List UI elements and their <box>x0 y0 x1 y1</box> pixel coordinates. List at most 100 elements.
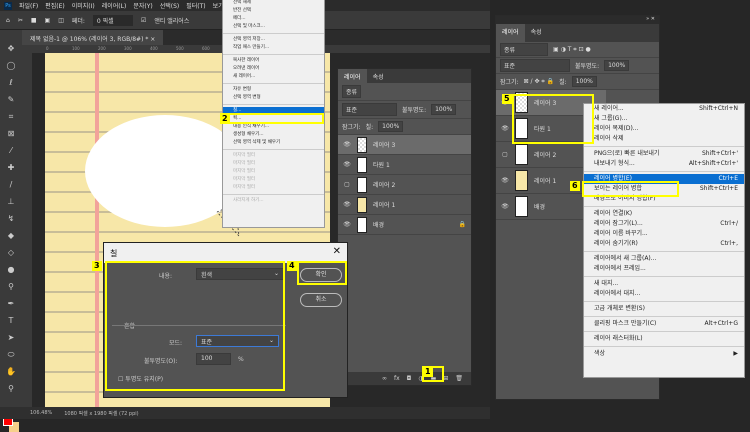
layer-row[interactable]: 👁 레이어 3 <box>338 135 471 155</box>
antialias-checkbox[interactable]: ☑ <box>141 17 146 24</box>
menu-6[interactable]: 필터(T) <box>186 1 205 10</box>
new-layer-icon[interactable]: ⊞ <box>443 375 448 382</box>
fill-input[interactable]: 100% <box>571 76 597 87</box>
lasso-tool-icon[interactable]: ✂ <box>18 17 23 24</box>
menu-item[interactable]: 레이어 삭제 <box>584 134 744 144</box>
menu-item[interactable]: 오려낸 레이어 <box>223 65 324 73</box>
blend-mode-select[interactable]: 표준 <box>342 103 397 116</box>
eye-icon[interactable]: 👁 <box>343 141 351 148</box>
ellipse-tool-icon[interactable]: ⬭ <box>8 348 15 362</box>
menu-1[interactable]: 편집(E) <box>45 1 65 10</box>
menu-item[interactable]: 내용 인식 채우기... <box>223 123 324 131</box>
menu-item[interactable]: 레이어 복제(D)... <box>584 124 744 134</box>
menu-item[interactable]: 선택 및 마스크... <box>223 23 324 31</box>
menu-item[interactable]: 레이어에서 새 그룹(A)... <box>584 254 744 264</box>
menu-item[interactable]: 선택 영역 삭제 및 채우기 <box>223 139 324 147</box>
eye-icon[interactable]: 👁 <box>343 221 351 228</box>
filter-kind-select[interactable]: 종류 <box>342 85 362 98</box>
tab-properties[interactable]: 속성 <box>525 24 548 42</box>
cancel-button[interactable]: 취소 <box>300 293 342 307</box>
mask-icon[interactable]: ◘ <box>407 375 412 382</box>
menu-item[interactable]: 새 그룹(G)... <box>584 114 744 124</box>
feather-input[interactable]: 0 픽셀 <box>92 14 133 26</box>
layer-row[interactable]: 👁 레이어 1 <box>338 195 471 215</box>
layer-row[interactable]: ▢ 레이어 2 <box>338 175 471 195</box>
eyedropper-icon[interactable]: ⁄ <box>10 144 11 158</box>
healing-brush-icon[interactable]: ✚ <box>8 161 15 175</box>
menu-item[interactable]: 레이어 연결(K) <box>584 209 744 219</box>
filter-kind-select[interactable]: 종류 <box>500 43 548 56</box>
menu-item[interactable]: 클리핑 마스크 만들기(C) Alt+Ctrl+G <box>584 319 744 329</box>
history-brush-icon[interactable]: ↯ <box>8 212 15 226</box>
menu-item[interactable]: 레이어 잠그기(L)... Ctrl+/ <box>584 219 744 229</box>
menu-item[interactable]: 레이어 이름 바꾸기... <box>584 229 744 239</box>
zoom-level[interactable]: 106.48% <box>30 410 52 416</box>
menu-item[interactable]: 마지막 필터 <box>223 176 324 184</box>
blend-mode-select[interactable]: 표준 <box>500 59 570 72</box>
eye-icon[interactable]: 👁 <box>501 203 509 210</box>
menu-2[interactable]: 이미지(I) <box>72 1 95 10</box>
quick-select-icon[interactable]: ✎ <box>8 93 15 107</box>
menu-item[interactable]: 색상 ▶ <box>584 349 744 359</box>
close-icon[interactable]: ✕ <box>333 246 341 257</box>
menu-item[interactable]: 사라지게 하기... <box>223 197 324 205</box>
document-tab[interactable]: 제목 없음-1 @ 106% (레이어 3, RGB/8#) * × <box>22 30 164 45</box>
add-selection-icon[interactable]: ▣ <box>45 17 51 24</box>
menu-item[interactable]: 선택 해제 <box>223 0 324 7</box>
menu-item[interactable]: 자유 변형 <box>223 86 324 94</box>
menu-item[interactable]: 레이어에서 대지... <box>584 289 744 299</box>
brush-tool-icon[interactable]: / <box>10 178 13 192</box>
fx-icon[interactable]: fx <box>394 375 400 382</box>
menu-5[interactable]: 선택(S) <box>160 1 180 10</box>
menu-item[interactable]: 고급 개체로 변환(S) <box>584 304 744 314</box>
visibility-off-box[interactable]: ▢ <box>501 151 509 158</box>
home-icon[interactable]: ⌂ <box>6 17 10 24</box>
menu-item[interactable]: 반전 선택 <box>223 7 324 15</box>
eye-icon[interactable]: 👁 <box>343 161 351 168</box>
filter-icons[interactable]: ▣ ◑ T ⌗ ⊡ ● <box>553 46 591 54</box>
menu-item[interactable]: 내보내기 형식... Alt+Shift+Ctrl+' <box>584 159 744 169</box>
fill-input[interactable]: 100% <box>378 121 404 132</box>
menu-item[interactable]: 마지막 필터 <box>223 168 324 176</box>
visibility-off-box[interactable]: ▢ <box>343 181 351 188</box>
frame-tool-icon[interactable]: ⊠ <box>8 127 15 141</box>
menu-item[interactable]: 페더... <box>223 15 324 23</box>
new-selection-icon[interactable]: ■ <box>31 17 37 24</box>
menu-item[interactable]: 생성형 채우기... <box>223 131 324 139</box>
marquee-tool-icon[interactable]: ◯ <box>7 59 16 73</box>
layer-row[interactable]: 👁 배경 🔒 <box>338 215 471 235</box>
zoom-tool-icon[interactable]: ⚲ <box>8 382 14 396</box>
opacity-input[interactable]: 100% <box>431 104 457 115</box>
pen-tool-icon[interactable]: ✒ <box>8 297 15 311</box>
menu-item[interactable]: 새 대지... <box>584 279 744 289</box>
menu-item[interactable]: 선택 영역 저장... <box>223 36 324 44</box>
eye-icon[interactable]: 👁 <box>501 177 509 184</box>
menu-item[interactable]: 마지막 필터 <box>223 184 324 192</box>
type-tool-icon[interactable]: T <box>9 314 14 328</box>
menu-item[interactable]: 레이어에서 프레임... <box>584 264 744 274</box>
tab-layers[interactable]: 레이어 <box>338 69 367 83</box>
tab-properties[interactable]: 속성 <box>367 69 390 83</box>
menu-0[interactable]: 파일(F) <box>19 1 38 10</box>
menu-item[interactable]: 복사한 레이어 <box>223 57 324 65</box>
opacity-input[interactable]: 100% <box>604 60 630 71</box>
eye-icon[interactable]: 👁 <box>343 201 351 208</box>
menu-item[interactable]: 마지막 필터 <box>223 152 324 160</box>
hand-tool-icon[interactable]: ✋ <box>6 365 16 379</box>
trash-icon[interactable]: 🗑 <box>455 375 463 382</box>
menu-4[interactable]: 문자(Y) <box>133 1 152 10</box>
menu-item[interactable]: 작업 패스 만들기... <box>223 44 324 52</box>
lasso-tool-icon[interactable]: ℓ <box>9 76 12 90</box>
menu-item[interactable]: 선택 영역 변형 <box>223 94 324 102</box>
crop-tool-icon[interactable]: ⌗ <box>9 110 14 124</box>
link-icon[interactable]: ∞ <box>382 375 387 382</box>
menu-item[interactable]: 레이어 숨기기(R) Ctrl+, <box>584 239 744 249</box>
panel-collapse-close[interactable]: » ✕ <box>496 16 659 24</box>
eye-icon[interactable]: 👁 <box>501 125 509 132</box>
subtract-selection-icon[interactable]: ◫ <box>58 17 64 24</box>
menu-item[interactable]: 레이어 래스터화(L) <box>584 334 744 344</box>
tab-layers[interactable]: 레이어 <box>496 24 525 42</box>
menu-item[interactable]: 마지막 필터 <box>223 160 324 168</box>
menu-item[interactable]: 새 레이어... <box>223 73 324 81</box>
eraser-icon[interactable]: ◆ <box>8 229 14 243</box>
